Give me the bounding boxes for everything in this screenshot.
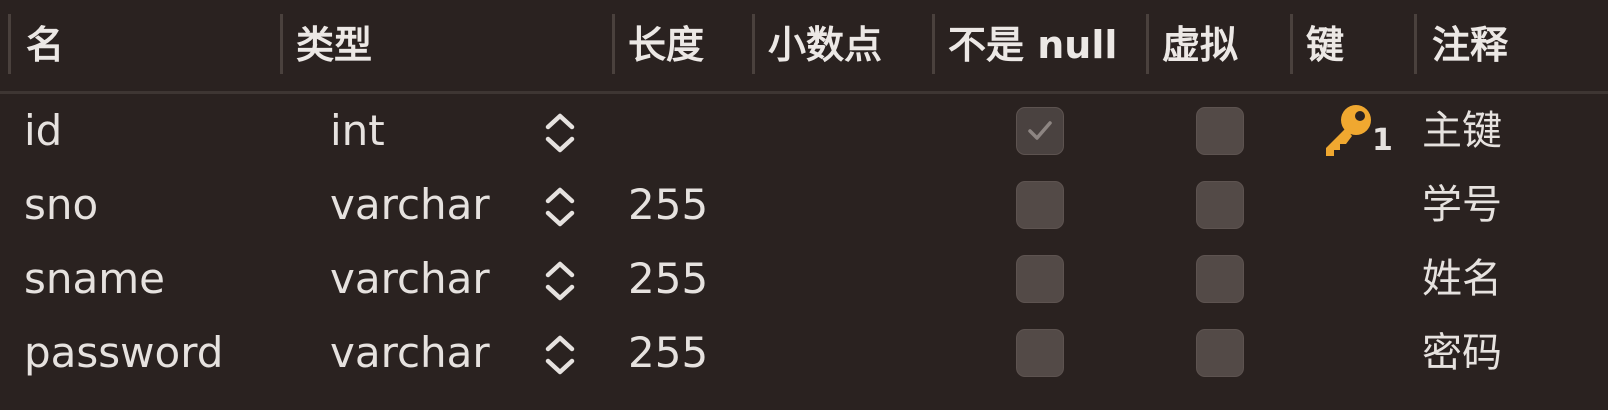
column-separator[interactable] bbox=[612, 14, 615, 74]
virtual-checkbox[interactable] bbox=[1196, 181, 1244, 229]
column-header-length[interactable]: 长度 bbox=[628, 0, 704, 90]
column-separator[interactable] bbox=[932, 14, 935, 74]
field-name-cell[interactable]: sno bbox=[24, 168, 98, 242]
column-separator[interactable] bbox=[752, 14, 755, 74]
column-header-comment[interactable]: 注释 bbox=[1432, 0, 1508, 90]
column-header-not-null[interactable]: 不是 null bbox=[948, 0, 1117, 90]
not-null-checkbox[interactable] bbox=[1016, 107, 1064, 155]
type-stepper[interactable] bbox=[542, 107, 578, 159]
field-type-cell[interactable]: varchar bbox=[330, 242, 490, 316]
column-header-key[interactable]: 键 bbox=[1306, 0, 1344, 90]
field-name-cell[interactable]: sname bbox=[24, 242, 165, 316]
virtual-checkbox[interactable] bbox=[1196, 255, 1244, 303]
chevron-up-down-icon bbox=[545, 261, 575, 301]
table-row[interactable]: password varchar 255 密码 bbox=[0, 316, 1608, 390]
not-null-checkbox[interactable] bbox=[1016, 181, 1064, 229]
chevron-up-down-icon bbox=[545, 335, 575, 375]
field-name-cell[interactable]: id bbox=[24, 94, 62, 168]
not-null-checkbox[interactable] bbox=[1016, 329, 1064, 377]
type-stepper[interactable] bbox=[542, 329, 578, 381]
field-type-cell[interactable]: int bbox=[330, 94, 385, 168]
column-header-type[interactable]: 类型 bbox=[296, 0, 372, 90]
field-comment-cell[interactable]: 姓名 bbox=[1422, 242, 1502, 316]
table-row[interactable]: sno varchar 255 学号 bbox=[0, 168, 1608, 242]
not-null-checkbox[interactable] bbox=[1016, 255, 1064, 303]
chevron-up-down-icon bbox=[545, 187, 575, 227]
type-stepper[interactable] bbox=[542, 181, 578, 233]
field-type-cell[interactable]: varchar bbox=[330, 316, 490, 390]
column-header-decimal[interactable]: 小数点 bbox=[768, 0, 882, 90]
field-name-cell[interactable]: password bbox=[24, 316, 223, 390]
field-comment-cell[interactable]: 学号 bbox=[1422, 168, 1502, 242]
column-separator[interactable] bbox=[1146, 14, 1149, 74]
table-row[interactable]: id int 1 主键 bbox=[0, 94, 1608, 168]
type-stepper[interactable] bbox=[542, 255, 578, 307]
field-type-cell[interactable]: varchar bbox=[330, 168, 490, 242]
table-row[interactable]: sname varchar 255 姓名 bbox=[0, 242, 1608, 316]
column-separator[interactable] bbox=[1290, 14, 1293, 74]
column-separator[interactable] bbox=[280, 14, 283, 74]
key-order-number: 1 bbox=[1372, 123, 1393, 158]
column-header-name[interactable]: 名 bbox=[26, 0, 64, 90]
field-comment-cell[interactable]: 主键 bbox=[1422, 94, 1502, 168]
checkmark-icon bbox=[1028, 121, 1052, 140]
column-separator[interactable] bbox=[1414, 14, 1417, 74]
field-length-cell[interactable]: 255 bbox=[628, 316, 708, 390]
column-separator[interactable] bbox=[8, 14, 11, 74]
chevron-up-down-icon bbox=[545, 113, 575, 153]
field-length-cell[interactable]: 255 bbox=[628, 242, 708, 316]
field-comment-cell[interactable]: 密码 bbox=[1422, 316, 1502, 390]
virtual-checkbox[interactable] bbox=[1196, 329, 1244, 377]
table-header: 名 类型 长度 小数点 不是 null 虚拟 键 注释 bbox=[0, 0, 1608, 94]
primary-key-indicator[interactable]: 1 bbox=[1318, 100, 1393, 164]
key-icon bbox=[1326, 105, 1371, 156]
table-fields-grid: 名 类型 长度 小数点 不是 null 虚拟 键 注释 id int 1 主键 … bbox=[0, 0, 1608, 410]
column-header-virtual[interactable]: 虚拟 bbox=[1162, 0, 1238, 90]
field-length-cell[interactable]: 255 bbox=[628, 168, 708, 242]
virtual-checkbox[interactable] bbox=[1196, 107, 1244, 155]
